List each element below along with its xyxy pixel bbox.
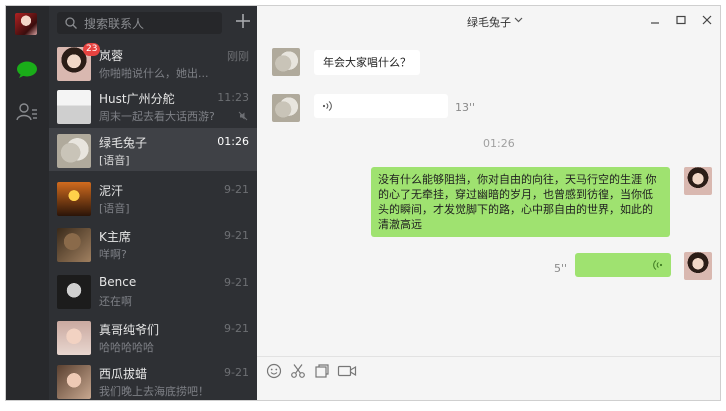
- add-icon[interactable]: [234, 12, 252, 30]
- minimize-icon[interactable]: [649, 14, 661, 26]
- video-icon[interactable]: [337, 363, 357, 379]
- contact-avatar[interactable]: [272, 48, 300, 76]
- my-avatar[interactable]: [15, 13, 37, 35]
- last-message: [语音]: [99, 202, 130, 215]
- message-bubble-incoming: 年会大家唱什么？: [314, 50, 420, 75]
- voice-message-incoming[interactable]: [314, 94, 448, 118]
- message-time: 9-21: [224, 276, 249, 289]
- contact-avatar: [57, 275, 91, 309]
- message-time: 刚刚: [227, 50, 249, 63]
- voice-wave-icon: [322, 101, 332, 111]
- last-message: 你啪啪说什么，她出...: [99, 67, 209, 80]
- contact-avatar[interactable]: [272, 94, 300, 122]
- message-time: 01:26: [217, 135, 249, 148]
- last-message: 还在啊: [99, 295, 132, 308]
- search-icon: [65, 17, 77, 29]
- conversation-item[interactable]: Bence 还在啊 9-21: [49, 269, 257, 312]
- contact-name: K主席: [99, 230, 131, 244]
- contacts-icon[interactable]: [16, 102, 38, 122]
- conversation-list: 搜索联系人 23 岚蓉 你啪啪说什么，她出... 刚刚 Hust广州分舵 周末一…: [49, 6, 257, 400]
- scissors-icon[interactable]: [290, 363, 306, 379]
- conversation-item[interactable]: Hust广州分舵 周末一起去看大话西游? 11:23: [49, 84, 257, 127]
- message-time: 9-21: [224, 183, 249, 196]
- emoji-icon[interactable]: [266, 363, 282, 379]
- voice-duration: 5'': [554, 262, 568, 275]
- voice-wave-icon: [653, 260, 663, 270]
- contact-name: 真哥纯爷们: [99, 323, 160, 337]
- contact-avatar: [57, 365, 91, 399]
- maximize-icon[interactable]: [675, 14, 687, 26]
- contact-avatar: [57, 321, 91, 355]
- nav-rail: [6, 6, 49, 400]
- message-time: 9-21: [224, 322, 249, 335]
- chat-title[interactable]: 绿毛兔子: [467, 14, 511, 30]
- my-avatar[interactable]: [684, 252, 712, 280]
- conversation-item[interactable]: 23 岚蓉 你啪啪说什么，她出... 刚刚: [49, 41, 257, 84]
- contact-avatar: [57, 182, 91, 216]
- contact-avatar: [57, 90, 91, 124]
- last-message: 我们晚上去海底捞吧！: [99, 385, 209, 398]
- chat-timestamp: 01:26: [483, 137, 515, 150]
- message-time: 11:23: [217, 91, 249, 104]
- chat-icon[interactable]: [16, 61, 38, 79]
- chat-header: 绿毛兔子: [257, 6, 720, 36]
- contact-name: 绿毛兔子: [99, 136, 148, 150]
- folder-icon[interactable]: [314, 363, 330, 379]
- conversation-item[interactable]: 泥汗 [语音] 9-21: [49, 176, 257, 219]
- last-message: 周末一起去看大话西游?: [99, 110, 215, 123]
- last-message: 哈哈哈哈哈: [99, 341, 154, 354]
- search-input[interactable]: 搜索联系人: [57, 12, 222, 34]
- voice-duration: 13'': [455, 101, 476, 114]
- last-message: 咩啊?: [99, 248, 127, 261]
- input-divider: [257, 356, 720, 357]
- close-icon[interactable]: [701, 14, 713, 26]
- message-bubble-outgoing: 没有什么能够阻挡，你对自由的向往，天马行空的生涯 你的心了无牵挂，穿过幽暗的岁月…: [371, 167, 670, 237]
- conversation-item[interactable]: K主席 咩啊? 9-21: [49, 222, 257, 265]
- conversation-item-selected[interactable]: 绿毛兔子 [语音] 01:26: [49, 128, 257, 171]
- contact-name: Bence: [99, 275, 137, 289]
- contact-avatar: [57, 134, 91, 168]
- message-time: 9-21: [224, 366, 249, 379]
- contact-name: 岚蓉: [99, 49, 124, 63]
- my-avatar[interactable]: [684, 167, 712, 195]
- contact-name: 西瓜拔蜡: [99, 367, 148, 381]
- conversation-item[interactable]: 真哥纯爷们 哈哈哈哈哈 9-21: [49, 315, 257, 358]
- wechat-window: 搜索联系人 23 岚蓉 你啪啪说什么，她出... 刚刚 Hust广州分舵 周末一…: [5, 5, 721, 401]
- search-placeholder: 搜索联系人: [84, 17, 145, 31]
- contact-name: Hust广州分舵: [99, 92, 175, 106]
- chat-panel: 绿毛兔子 年会大家唱什么？ 13'' 01:26 没有什么能够阻挡，你对自由的向…: [257, 6, 720, 400]
- contact-avatar: [57, 228, 91, 262]
- contact-name: 泥汗: [99, 184, 124, 198]
- unread-badge: 23: [83, 43, 101, 56]
- last-message: [语音]: [99, 154, 130, 167]
- mute-icon: [238, 111, 248, 121]
- chevron-down-icon[interactable]: [514, 17, 523, 23]
- message-time: 9-21: [224, 229, 249, 242]
- voice-message-outgoing[interactable]: [575, 253, 671, 277]
- conversation-item[interactable]: 西瓜拔蜡 我们晚上去海底捞吧！ 9-21: [49, 359, 257, 400]
